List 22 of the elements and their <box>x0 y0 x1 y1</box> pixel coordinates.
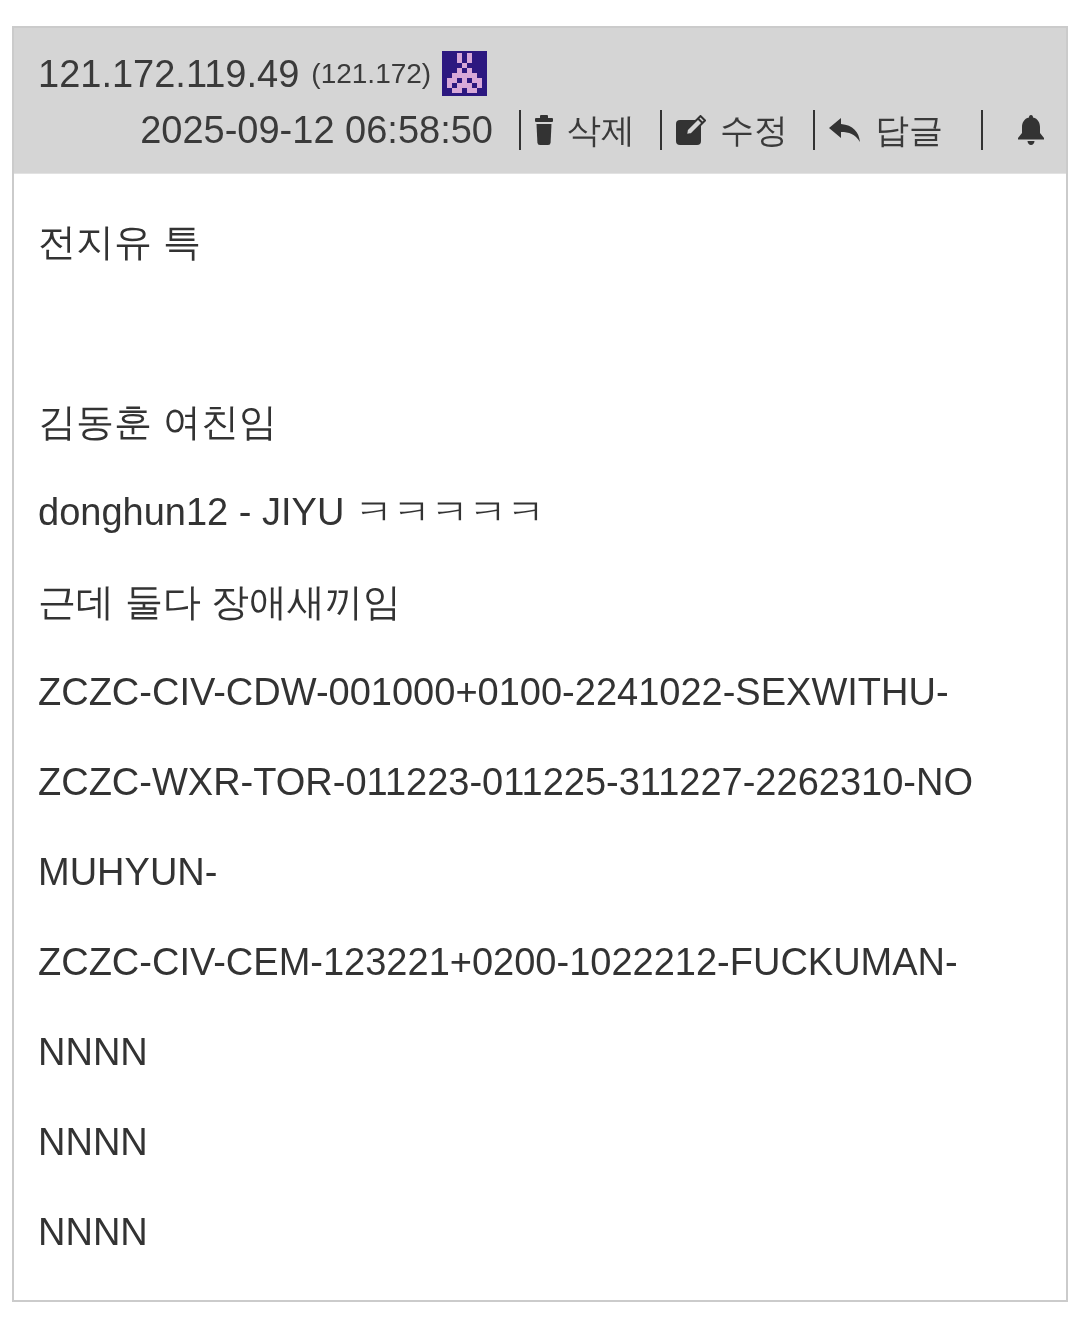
post-text-line: 근데 둘다 장애새끼임 <box>38 580 403 625</box>
avatar-icon <box>442 50 488 96</box>
post-text-line: donghun12 - JIYU ㅋㅋㅋㅋㅋ <box>38 490 546 535</box>
edit-link[interactable]: 수정 <box>676 108 788 152</box>
post-text-line: MUHYUN- <box>38 850 219 895</box>
post-date: 2025-09-12 06:58:50 <box>140 108 493 152</box>
post-text-line: NNNN <box>38 1030 149 1075</box>
reply-link[interactable]: 답글 <box>829 108 943 152</box>
pencil-square-icon <box>676 115 706 145</box>
ip-prefix: (121.172) <box>311 57 432 91</box>
post-text-line: ZCZC-WXR-TOR-011223-011225-311227-2262310-NO <box>38 760 974 805</box>
ip-address: 121.172.119.49 <box>38 52 300 96</box>
post-text-line: 김동훈 여친임 <box>38 400 278 445</box>
delete-link[interactable]: 삭제 <box>535 108 635 152</box>
post-text-line: NNNN <box>38 1210 149 1255</box>
bell-icon <box>1018 115 1044 145</box>
post-text-line: ZCZC-CIV-CEM-123221+0200-1022212-FUCKUMAN- <box>38 940 959 985</box>
trash-icon <box>535 115 553 145</box>
reply-arrow-icon <box>829 118 861 142</box>
post-text-line: 전지유 특 <box>38 220 202 265</box>
post-text-line: ZCZC-CIV-CDW-001000+0100-2241022-SEXWITHU- <box>38 670 950 715</box>
post-text-line: NNNN <box>38 1120 149 1165</box>
